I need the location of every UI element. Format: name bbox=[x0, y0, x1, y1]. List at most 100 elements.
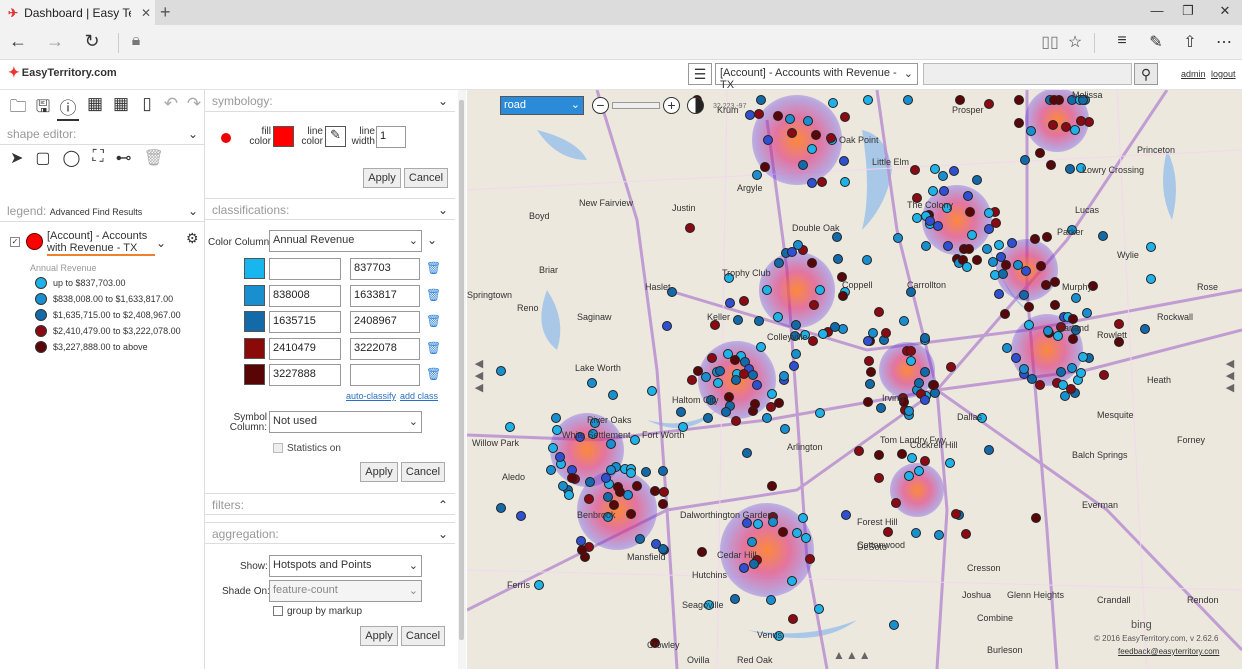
bottom-expand-arrows-icon[interactable]: ▲▲▲ bbox=[833, 648, 872, 662]
class-from-input[interactable]: 2410479 bbox=[269, 337, 341, 360]
account-point[interactable] bbox=[1043, 325, 1054, 336]
account-point[interactable] bbox=[910, 527, 921, 538]
account-point[interactable] bbox=[625, 509, 636, 520]
mobile-icon[interactable]: ▯ bbox=[136, 94, 158, 114]
account-point[interactable] bbox=[911, 212, 922, 223]
class-color-swatch[interactable] bbox=[244, 311, 265, 332]
account-point[interactable] bbox=[875, 402, 886, 413]
account-point[interactable] bbox=[563, 489, 574, 500]
account-point[interactable] bbox=[920, 240, 931, 251]
account-point[interactable] bbox=[993, 288, 1004, 299]
account-point[interactable] bbox=[815, 407, 826, 418]
aggregation-header[interactable]: aggregation: ⌄ bbox=[205, 522, 455, 544]
account-point[interactable] bbox=[779, 423, 790, 434]
account-point[interactable] bbox=[807, 143, 818, 154]
account-point[interactable] bbox=[1113, 318, 1124, 329]
search-input[interactable] bbox=[923, 63, 1132, 85]
account-point[interactable] bbox=[779, 370, 790, 381]
new-tab-button[interactable]: + bbox=[160, 2, 171, 23]
class-from-input[interactable] bbox=[269, 258, 341, 280]
account-point[interactable] bbox=[829, 321, 840, 332]
search-icon[interactable]: ⚲ bbox=[1134, 63, 1158, 85]
account-point[interactable] bbox=[839, 155, 850, 166]
class-to-input[interactable] bbox=[350, 364, 420, 386]
add-class-link[interactable]: add class bbox=[400, 391, 438, 401]
group-by-markup-checkbox[interactable] bbox=[273, 606, 283, 616]
account-point[interactable] bbox=[904, 405, 915, 416]
account-point[interactable] bbox=[730, 416, 741, 427]
account-point[interactable] bbox=[773, 398, 784, 409]
panel-scrollbar[interactable] bbox=[458, 90, 466, 669]
restore-icon[interactable]: ❐ bbox=[1178, 3, 1198, 19]
show-select[interactable]: Hotspots and Points ⌄ bbox=[269, 555, 422, 577]
trash-icon[interactable]: 🗑︎ bbox=[426, 261, 441, 275]
account-point[interactable] bbox=[586, 377, 597, 388]
statistics-checkbox[interactable] bbox=[273, 443, 283, 453]
account-point[interactable] bbox=[839, 112, 850, 123]
account-point[interactable] bbox=[963, 244, 974, 255]
account-point[interactable] bbox=[751, 379, 762, 390]
account-point[interactable] bbox=[786, 246, 797, 257]
account-point[interactable] bbox=[550, 412, 561, 423]
account-point[interactable] bbox=[533, 579, 544, 590]
account-point[interactable] bbox=[996, 251, 1007, 262]
account-point[interactable] bbox=[1048, 95, 1059, 105]
trash-icon[interactable]: 🗑︎ bbox=[426, 288, 441, 302]
account-point[interactable] bbox=[785, 113, 796, 124]
account-point[interactable] bbox=[725, 297, 736, 308]
account-point[interactable] bbox=[873, 472, 884, 483]
account-point[interactable] bbox=[806, 257, 817, 268]
shape-editor-header[interactable]: shape editor: ⌄ bbox=[0, 123, 205, 145]
class-color-swatch[interactable] bbox=[244, 364, 265, 385]
account-point[interactable] bbox=[662, 320, 673, 331]
share-icon[interactable]: ⇧ bbox=[1178, 32, 1202, 52]
gear-icon[interactable]: ⚙ bbox=[186, 230, 199, 247]
line-width-input[interactable]: 1 bbox=[376, 126, 406, 148]
class-color-swatch[interactable] bbox=[244, 284, 265, 306]
account-point[interactable] bbox=[903, 95, 914, 105]
account-point[interactable] bbox=[629, 434, 640, 445]
classifications-cancel-button[interactable]: Cancel bbox=[401, 462, 445, 482]
close-tab-icon[interactable]: ✕ bbox=[137, 6, 155, 20]
account-point[interactable] bbox=[814, 284, 825, 295]
account-point[interactable] bbox=[810, 130, 821, 141]
favorite-star-icon[interactable]: ☆ bbox=[1063, 32, 1087, 52]
account-point[interactable] bbox=[777, 526, 788, 537]
window-close-icon[interactable]: ✕ bbox=[1215, 3, 1235, 19]
filters-header[interactable]: filters: ⌃ bbox=[205, 493, 455, 515]
account-point[interactable] bbox=[1049, 300, 1060, 311]
account-point[interactable] bbox=[693, 365, 704, 376]
account-point[interactable] bbox=[984, 98, 995, 109]
account-point[interactable] bbox=[1069, 124, 1080, 135]
account-point[interactable] bbox=[853, 446, 864, 457]
account-point[interactable] bbox=[786, 127, 797, 138]
account-point[interactable] bbox=[909, 165, 920, 176]
account-point[interactable] bbox=[585, 476, 596, 487]
map-view[interactable]: Krum Prosper Melissa Oak Point Little Elm Pri… bbox=[467, 90, 1242, 669]
scrollbar-thumb[interactable] bbox=[459, 100, 464, 640]
account-point[interactable] bbox=[984, 444, 995, 455]
redo-icon[interactable]: ↷ bbox=[183, 94, 205, 114]
logout-link[interactable]: logout bbox=[1211, 69, 1236, 79]
account-point[interactable] bbox=[861, 254, 872, 265]
account-point[interactable] bbox=[864, 379, 875, 390]
account-point[interactable] bbox=[686, 374, 697, 385]
account-point[interactable] bbox=[944, 457, 955, 468]
line-tool-icon[interactable]: ⊷ bbox=[116, 148, 132, 168]
account-point[interactable] bbox=[696, 546, 707, 557]
account-point[interactable] bbox=[903, 471, 914, 482]
open-folder-icon[interactable]: 🗀 bbox=[7, 94, 29, 123]
account-point[interactable] bbox=[1061, 121, 1072, 132]
account-point[interactable] bbox=[640, 467, 651, 478]
account-point[interactable] bbox=[981, 244, 992, 255]
color-column-select[interactable]: Annual Revenue ⌄ bbox=[269, 230, 422, 252]
contrast-toggle-icon[interactable] bbox=[687, 97, 704, 114]
web-note-icon[interactable]: ✎ bbox=[1144, 32, 1168, 52]
layer-select[interactable]: [Account] - Accounts with Revenue - TX ⌄ bbox=[715, 63, 918, 91]
class-from-input[interactable]: 3227888 bbox=[269, 364, 341, 386]
aggregation-apply-button[interactable]: Apply bbox=[360, 626, 398, 646]
account-point[interactable] bbox=[658, 465, 669, 476]
circle-tool-icon[interactable]: ◯ bbox=[63, 148, 81, 168]
account-point[interactable] bbox=[786, 576, 797, 587]
browser-tab[interactable]: ✈ Dashboard | Easy Territo ✕ bbox=[0, 0, 155, 25]
